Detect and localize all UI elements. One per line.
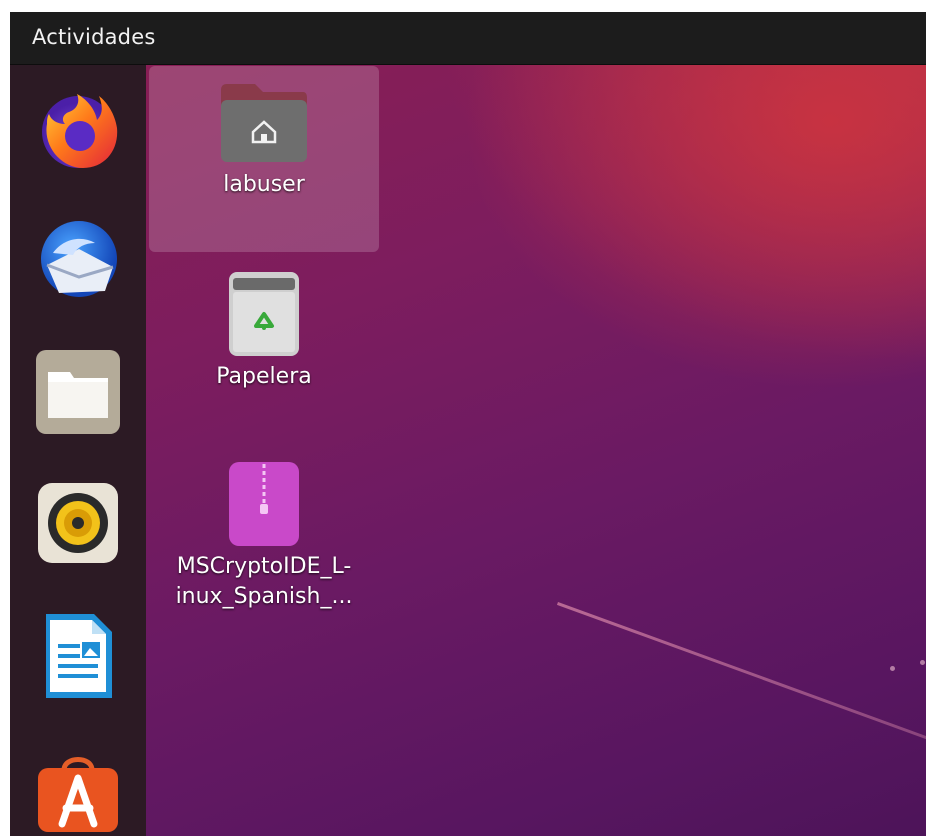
home-folder-icon <box>221 84 307 162</box>
top-bar: Actividades <box>10 12 926 65</box>
desktop-item-label-line2: inux_Spanish_... <box>175 584 353 609</box>
wallpaper-dot <box>920 660 925 665</box>
dock-item-firefox[interactable] <box>32 83 124 175</box>
desktop-item-trash[interactable]: Papelera <box>149 268 379 398</box>
ubuntu-software-icon <box>38 757 118 832</box>
thunderbird-icon <box>41 221 117 297</box>
desktop-item-labuser[interactable]: labuser <box>149 66 379 252</box>
rhythmbox-icon <box>38 483 118 563</box>
dock-item-ubuntu-software[interactable] <box>32 745 124 836</box>
zip-archive-icon <box>229 462 299 546</box>
dock-item-libreoffice-writer[interactable] <box>32 610 124 702</box>
wallpaper-streak <box>556 602 926 749</box>
dock-item-rhythmbox[interactable] <box>32 477 124 569</box>
dock <box>10 65 146 836</box>
desktop-item-label: Papelera <box>216 364 312 389</box>
dock-item-thunderbird[interactable] <box>32 212 124 304</box>
activities-button[interactable]: Actividades <box>32 25 155 49</box>
files-icon <box>36 350 120 434</box>
desktop-item-mscryptoide-archive[interactable]: MSCryptoIDE_L- inux_Spanish_... <box>149 460 379 620</box>
desktop-item-label: labuser <box>223 172 305 197</box>
desktop-screen: Actividades labuser Papelera MSCryptoIDE… <box>10 12 926 836</box>
libreoffice-writer-icon <box>46 614 112 698</box>
dock-item-files[interactable] <box>32 346 124 438</box>
trash-icon <box>229 272 299 356</box>
firefox-icon <box>42 94 118 168</box>
wallpaper-dot <box>890 666 895 671</box>
desktop-item-label-line1: MSCryptoIDE_L- <box>176 554 352 579</box>
